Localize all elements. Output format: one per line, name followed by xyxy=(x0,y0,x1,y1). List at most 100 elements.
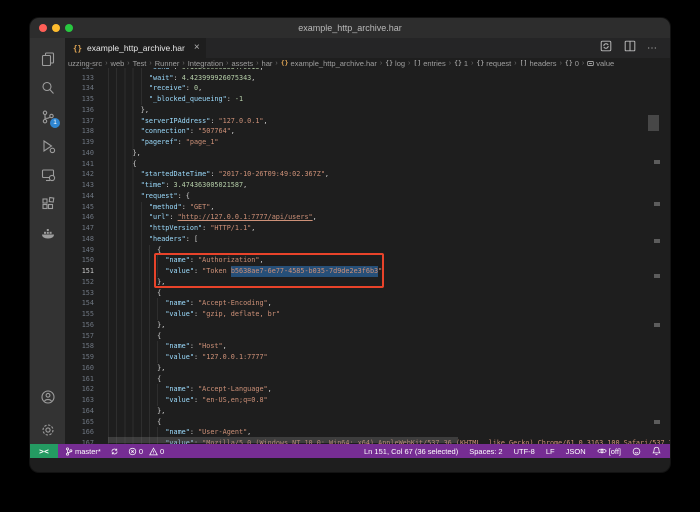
extension-toggle[interactable]: [off] xyxy=(597,447,621,456)
line-number[interactable]: 166 xyxy=(65,427,108,438)
code-line[interactable]: 136}, xyxy=(65,105,670,116)
encoding-setting[interactable]: UTF-8 xyxy=(514,447,535,456)
eol-setting[interactable]: LF xyxy=(546,447,555,456)
code-line[interactable]: 162"name": "Accept-Language", xyxy=(65,384,670,395)
breadcrumb-item[interactable]: value xyxy=(587,59,614,68)
line-number[interactable]: 153 xyxy=(65,288,108,299)
problems-indicator[interactable]: 0 0 xyxy=(128,447,164,456)
code-line[interactable]: 150"name": "Authorization", xyxy=(65,255,670,266)
line-number[interactable]: 154 xyxy=(65,298,108,309)
breadcrumb-item[interactable]: {}log xyxy=(385,59,405,68)
code-line[interactable]: 148"headers": [ xyxy=(65,234,670,245)
breadcrumb-item[interactable]: {}example_http_archive.har xyxy=(281,59,377,68)
notifications-button[interactable] xyxy=(652,446,661,456)
line-number[interactable]: 140 xyxy=(65,148,108,159)
split-editor-icon[interactable] xyxy=(623,39,637,58)
breadcrumb-item[interactable]: {}0 xyxy=(565,59,579,68)
breadcrumb-item[interactable]: uzzing-src xyxy=(68,59,102,68)
settings-gear-icon[interactable] xyxy=(30,415,65,444)
language-mode[interactable]: JSON xyxy=(566,447,586,456)
breadcrumb-item[interactable]: {}request xyxy=(476,59,511,68)
line-number[interactable]: 136 xyxy=(65,105,108,116)
line-number[interactable]: 141 xyxy=(65,159,108,170)
code-line[interactable]: 137"serverIPAddress": "127.0.0.1", xyxy=(65,116,670,127)
remote-indicator[interactable]: >< xyxy=(30,444,58,458)
code-line[interactable]: 164}, xyxy=(65,406,670,417)
line-number[interactable]: 162 xyxy=(65,384,108,395)
code-line[interactable]: 144"request": { xyxy=(65,191,670,202)
line-number[interactable]: 155 xyxy=(65,309,108,320)
extensions-icon[interactable] xyxy=(30,189,65,218)
accounts-icon[interactable] xyxy=(30,382,65,411)
remote-explorer-icon[interactable] xyxy=(30,160,65,189)
close-window-button[interactable] xyxy=(39,24,47,32)
code-line[interactable]: 161{ xyxy=(65,374,670,385)
search-icon[interactable] xyxy=(30,73,65,102)
code-line[interactable]: 158"name": "Host", xyxy=(65,341,670,352)
horizontal-scrollbar[interactable] xyxy=(108,437,458,443)
line-number[interactable]: 133 xyxy=(65,73,108,84)
sync-button[interactable] xyxy=(110,447,119,456)
line-number[interactable]: 152 xyxy=(65,277,108,288)
line-number[interactable]: 135 xyxy=(65,94,108,105)
line-number[interactable]: 150 xyxy=(65,255,108,266)
line-number[interactable]: 151 xyxy=(65,266,108,277)
line-number[interactable]: 165 xyxy=(65,417,108,428)
minimize-window-button[interactable] xyxy=(52,24,60,32)
code-editor[interactable]: 132"send": 0.10200000353470013,133"wait"… xyxy=(65,68,670,444)
code-line[interactable]: 163"value": "en-US,en;q=0.8" xyxy=(65,395,670,406)
code-line[interactable]: 140}, xyxy=(65,148,670,159)
line-number[interactable]: 148 xyxy=(65,234,108,245)
breadcrumb-item[interactable]: Runner xyxy=(155,59,180,68)
code-line[interactable]: 141{ xyxy=(65,159,670,170)
breadcrumb-item[interactable]: Test xyxy=(133,59,147,68)
code-line[interactable]: 151"value": "Token b5638ae7-6e77-4585-b0… xyxy=(65,266,670,277)
code-line[interactable]: 153{ xyxy=(65,288,670,299)
code-line[interactable]: 160}, xyxy=(65,363,670,374)
line-number[interactable]: 137 xyxy=(65,116,108,127)
feedback-button[interactable] xyxy=(632,447,641,456)
line-number[interactable]: 157 xyxy=(65,331,108,342)
breadcrumb-item[interactable]: {}1 xyxy=(454,59,468,68)
breadcrumb-item[interactable]: Integration xyxy=(188,59,223,68)
line-number[interactable]: 134 xyxy=(65,83,108,94)
run-debug-icon[interactable] xyxy=(30,131,65,160)
code-line[interactable]: 155"value": "gzip, deflate, br" xyxy=(65,309,670,320)
indentation-setting[interactable]: Spaces: 2 xyxy=(469,447,502,456)
line-number[interactable]: 146 xyxy=(65,212,108,223)
line-number[interactable]: 144 xyxy=(65,191,108,202)
line-number[interactable]: 167 xyxy=(65,438,108,444)
branch-indicator[interactable]: master* xyxy=(65,447,101,456)
code-line[interactable]: 149{ xyxy=(65,245,670,256)
explorer-icon[interactable] xyxy=(30,44,65,73)
code-line[interactable]: 159"value": "127.0.0.1:7777" xyxy=(65,352,670,363)
docker-icon[interactable] xyxy=(30,218,65,247)
line-number[interactable]: 138 xyxy=(65,126,108,137)
breadcrumb-item[interactable]: []headers xyxy=(520,59,557,68)
cursor-position[interactable]: Ln 151, Col 67 (36 selected) xyxy=(364,447,458,456)
line-number[interactable]: 142 xyxy=(65,169,108,180)
code-line[interactable]: 142"startedDateTime": "2017-10-26T09:49:… xyxy=(65,169,670,180)
tab-example-http-archive[interactable]: {} example_http_archive.har × xyxy=(65,38,207,58)
code-line[interactable]: 157{ xyxy=(65,331,670,342)
code-line[interactable]: 133"wait": 4.423999926075343, xyxy=(65,73,670,84)
line-number[interactable]: 158 xyxy=(65,341,108,352)
line-number[interactable]: 147 xyxy=(65,223,108,234)
more-actions-icon[interactable]: ⋯ xyxy=(647,43,658,54)
line-number[interactable]: 160 xyxy=(65,363,108,374)
code-line[interactable]: 143"time": 3.474363005021587, xyxy=(65,180,670,191)
code-line[interactable]: 138"connection": "507764", xyxy=(65,126,670,137)
source-control-icon[interactable]: 1 xyxy=(30,102,65,131)
line-number[interactable]: 156 xyxy=(65,320,108,331)
breadcrumb-item[interactable]: web xyxy=(111,59,125,68)
line-number[interactable]: 139 xyxy=(65,137,108,148)
line-number[interactable]: 164 xyxy=(65,406,108,417)
code-line[interactable]: 147"httpVersion": "HTTP/1.1", xyxy=(65,223,670,234)
code-line[interactable]: 154"name": "Accept-Encoding", xyxy=(65,298,670,309)
line-number[interactable]: 161 xyxy=(65,374,108,385)
line-number[interactable]: 159 xyxy=(65,352,108,363)
code-line[interactable]: 134"receive": 0, xyxy=(65,83,670,94)
open-changes-icon[interactable] xyxy=(599,39,613,58)
line-number[interactable]: 143 xyxy=(65,180,108,191)
breadcrumb-item[interactable]: []entries xyxy=(413,59,445,68)
